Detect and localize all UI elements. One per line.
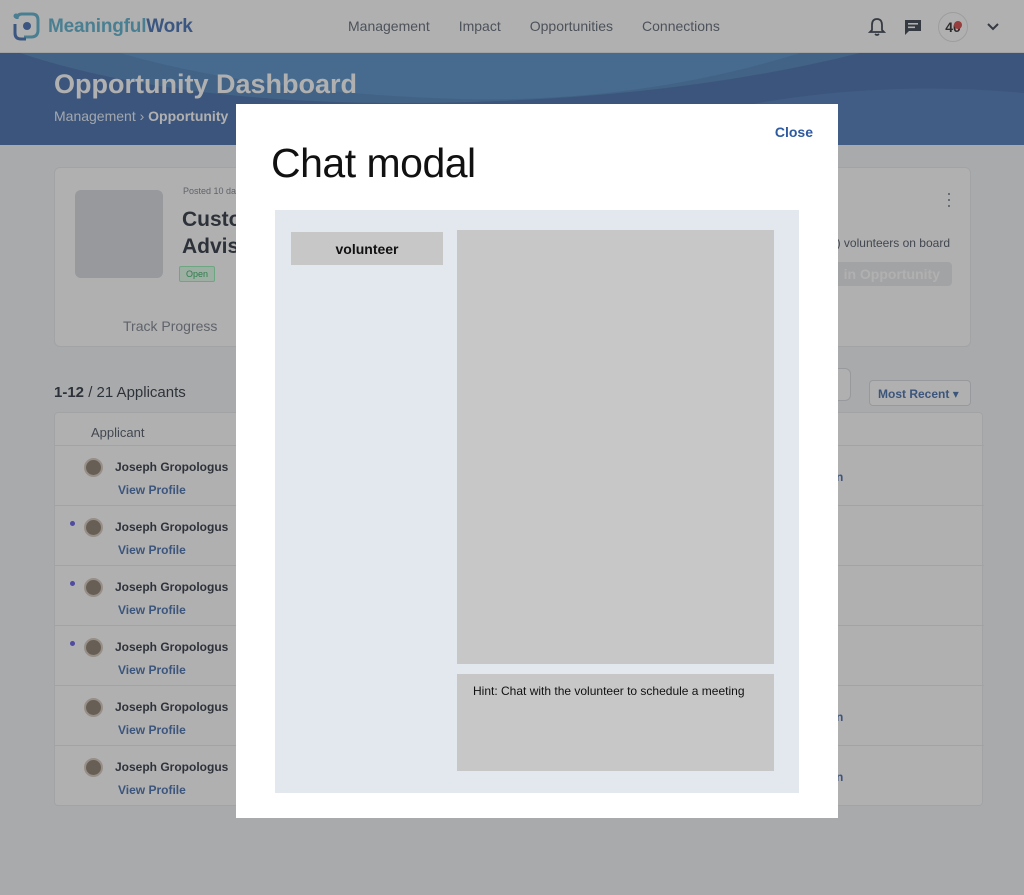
close-button[interactable]: Close <box>775 124 813 140</box>
chat-message-log[interactable] <box>457 230 774 664</box>
modal-title: Chat modal <box>271 140 476 186</box>
chat-message-input[interactable]: Hint: Chat with the volunteer to schedul… <box>457 674 774 771</box>
conversation-tab-volunteer[interactable]: volunteer <box>291 232 443 265</box>
chat-container: volunteer Hint: Chat with the volunteer … <box>275 210 799 793</box>
chat-modal: Close Chat modal volunteer Hint: Chat wi… <box>236 104 838 818</box>
